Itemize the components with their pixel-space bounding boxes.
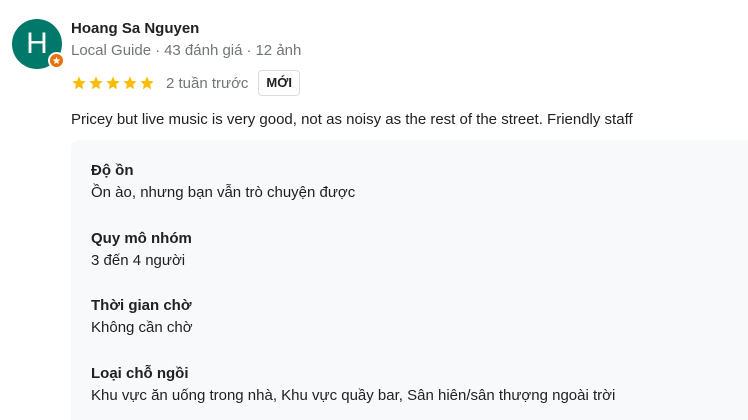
meta-separator: · (155, 42, 161, 59)
detail-group-size: Quy mô nhóm 3 đến 4 người (91, 228, 192, 272)
detail-label: Loại chỗ ngồi (91, 365, 189, 382)
star-icon (123, 76, 137, 90)
avatar-container[interactable]: H (12, 19, 65, 69)
detail-value: Không cần chờ (91, 319, 193, 336)
star-icon (72, 76, 86, 90)
local-guide-star-icon (48, 52, 65, 69)
detail-wait-time: Thời gian chờ Không cần chờ (91, 295, 193, 339)
reviews-count: 43 đánh giá (164, 42, 243, 59)
new-badge: MỚI (258, 70, 300, 96)
meta-separator: · (246, 42, 252, 59)
detail-label: Quy mô nhóm (91, 230, 192, 247)
review-card: H Hoang Sa Nguyen Local Guide · 43 đánh gi… (0, 0, 748, 420)
detail-label: Thời gian chờ (91, 297, 192, 314)
photos-count: 12 ảnh (255, 42, 302, 59)
review-text: Pricey but live music is very good, not … (71, 111, 633, 128)
review-details-panel: Độ ồn Ồn ào, nhưng bạn vẫn trò chuyện đư… (71, 140, 748, 420)
reviewer-meta: Local Guide · 43 đánh giá · 12 ảnh (71, 42, 301, 59)
detail-value: 3 đến 4 người (91, 252, 186, 269)
detail-value: Khu vực ăn uống trong nhà, Khu vực quầy … (91, 387, 616, 404)
detail-seating: Loại chỗ ngồi Khu vực ăn uống trong nhà,… (91, 363, 615, 407)
detail-noise: Độ ồn Ồn ào, nhưng bạn vẫn trò chuyện đư… (91, 160, 355, 204)
rating-row: 2 tuần trước MỚI (71, 70, 300, 96)
detail-value: Ồn ào, nhưng bạn vẫn trò chuyện được (91, 184, 356, 201)
star-icon (106, 76, 120, 90)
detail-label: Độ ồn (91, 162, 134, 179)
star-icon (140, 76, 154, 90)
star-rating (71, 75, 155, 91)
review-time: 2 tuần trước (166, 74, 249, 92)
local-guide-label: Local Guide (71, 42, 152, 59)
reviewer-name[interactable]: Hoang Sa Nguyen (71, 20, 199, 37)
star-icon (89, 76, 103, 90)
